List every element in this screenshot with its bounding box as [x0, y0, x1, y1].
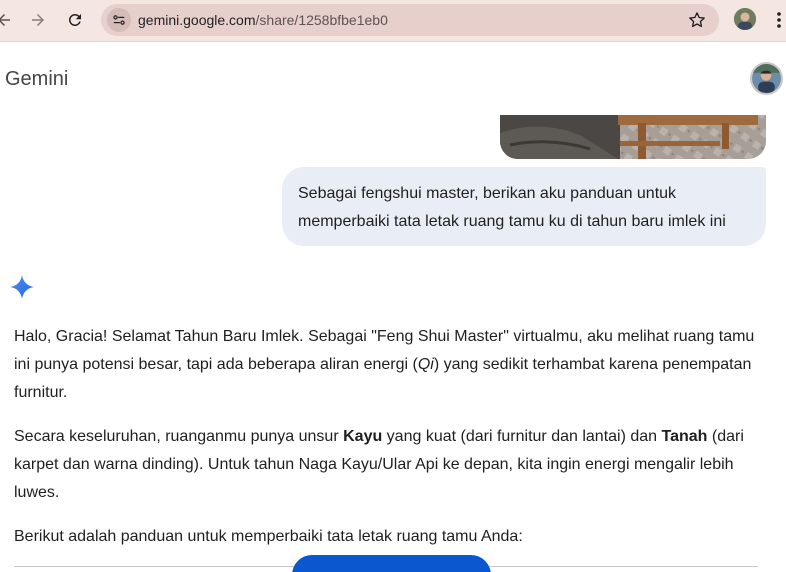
forward-arrow-icon[interactable]: [24, 6, 52, 34]
response-bold-kayu: Kayu: [343, 428, 383, 445]
response-text: yang kuat (dari furnitur dan lantai) dan: [382, 428, 662, 445]
user-prompt-bubble: Sebagai fengshui master, berikan aku pan…: [282, 167, 766, 246]
response-paragraph-3: Berikut adalah panduan untuk memperbaiki…: [14, 528, 523, 545]
shared-room-image[interactable]: [500, 115, 766, 159]
address-bar[interactable]: gemini.google.com/share/1258bfbe1eb0: [101, 4, 719, 36]
site-info-icon[interactable]: [107, 8, 131, 32]
menu-dots-icon[interactable]: [772, 10, 786, 32]
page-title: Gemini: [5, 68, 69, 90]
url-host: gemini.google.com: [138, 12, 256, 28]
response-text: Secara keseluruhan, ruanganmu punya unsu…: [14, 428, 344, 445]
reload-icon[interactable]: [61, 6, 89, 34]
gemini-response: Halo, Gracia! Selamat Tahun Baru Imlek. …: [14, 323, 774, 567]
back-arrow-icon[interactable]: [0, 6, 18, 34]
bookmark-star-icon[interactable]: [687, 10, 707, 30]
response-paragraph-1: Halo, Gracia! Selamat Tahun Baru Imlek. …: [14, 323, 774, 407]
response-italic-qi: Qi: [417, 356, 434, 373]
continue-chat-button[interactable]: [292, 555, 491, 572]
avatar[interactable]: [750, 62, 783, 95]
response-bold-tanah: Tanah: [661, 428, 708, 445]
url-text: gemini.google.com/share/1258bfbe1eb0: [138, 12, 388, 28]
browser-toolbar: gemini.google.com/share/1258bfbe1eb0: [0, 0, 786, 42]
response-paragraph-2: Secara keseluruhan, ruanganmu punya unsu…: [14, 423, 774, 507]
gemini-spark-icon: [10, 275, 34, 299]
profile-icon[interactable]: [734, 8, 756, 30]
url-path: /share/1258bfbe1eb0: [255, 12, 388, 28]
